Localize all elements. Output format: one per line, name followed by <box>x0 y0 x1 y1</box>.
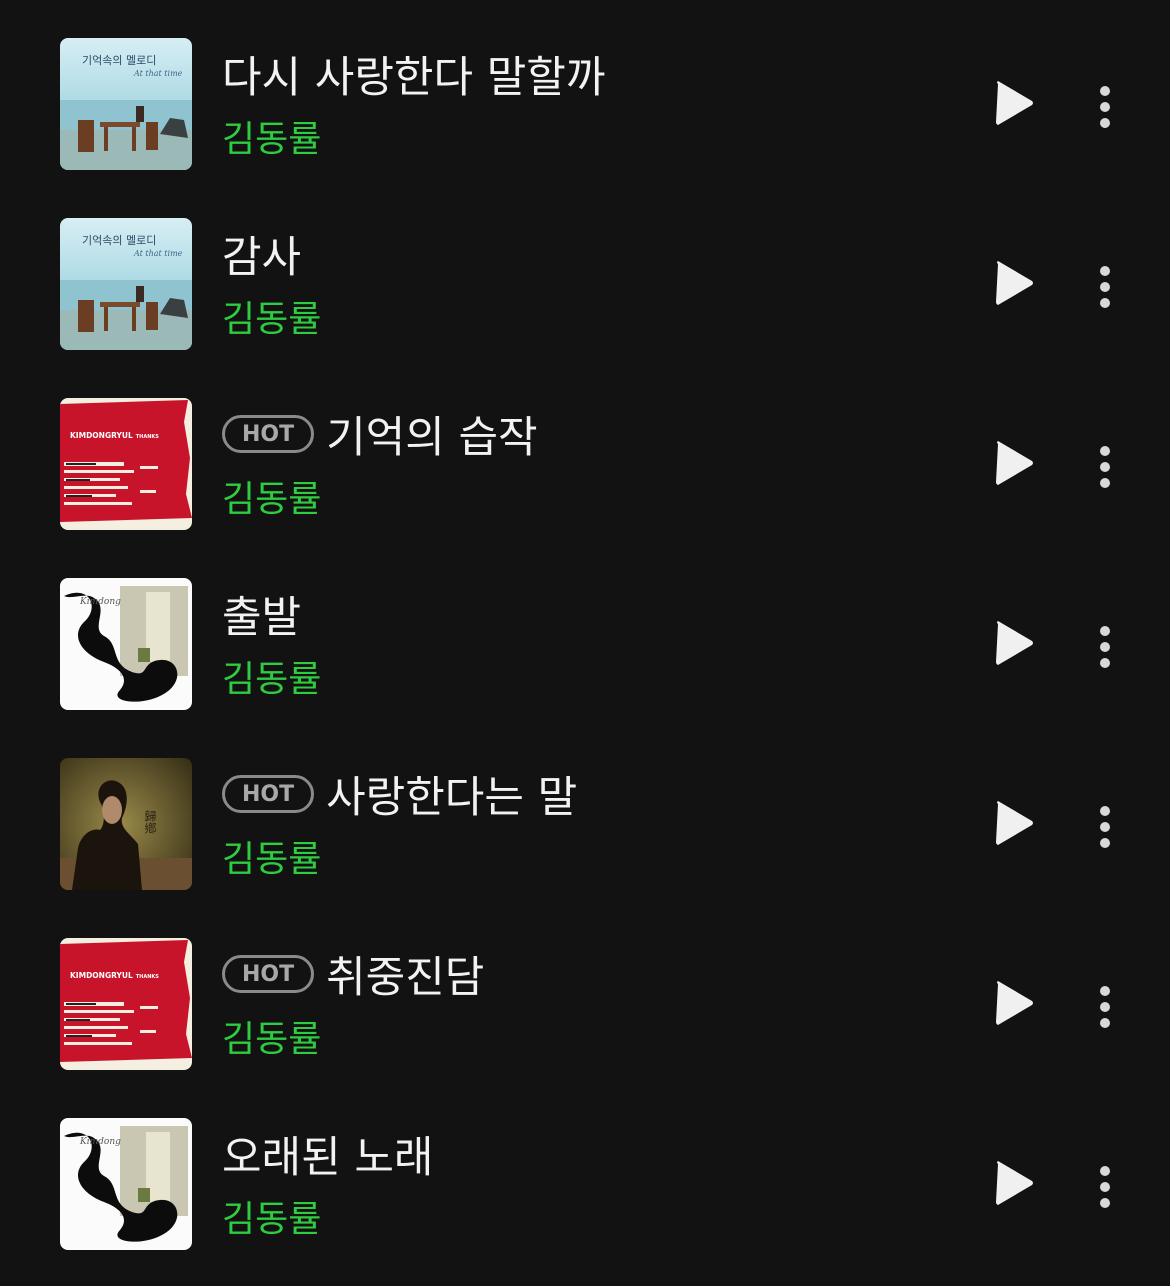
more-options-button[interactable] <box>1090 78 1122 130</box>
title-line: 다시 사랑한다 말할까 <box>222 46 930 103</box>
play-icon <box>996 1161 1033 1205</box>
play-icon <box>996 441 1033 485</box>
svg-text:기억속의 멜로디: 기억속의 멜로디 <box>82 54 156 67</box>
more-vertical-icon <box>1100 806 1110 816</box>
song-title: 사랑한다는 말 <box>326 773 578 823</box>
song-list: 기억속의 멜로디 At that time 다시 사랑한다 말할까 김동률 기억… <box>0 10 1170 1270</box>
title-line: HOT 사랑한다는 말 <box>222 766 930 823</box>
play-icon <box>996 81 1033 125</box>
song-row[interactable]: KIMDONGRYUL THANKS HOT 기억의 습작 김동률 <box>0 370 1170 550</box>
more-vertical-icon <box>1100 86 1110 96</box>
play-button[interactable] <box>994 980 1034 1026</box>
song-title: 기억의 습작 <box>326 413 538 463</box>
more-options-button[interactable] <box>1090 798 1122 850</box>
more-vertical-icon <box>1100 986 1110 996</box>
more-options-button[interactable] <box>1090 1158 1122 1210</box>
play-icon <box>996 261 1033 305</box>
svg-text:At that time: At that time <box>133 69 183 78</box>
album-art[interactable]: 기억속의 멜로디 At that time <box>60 38 192 170</box>
song-title: 출발 <box>222 593 302 643</box>
album-art[interactable]: 기억속의 멜로디 At that time <box>60 218 192 350</box>
more-options-button[interactable] <box>1090 618 1122 670</box>
song-text: 감사 김동률 <box>222 226 930 342</box>
album-art[interactable]: KIMDONGRYUL THANKS <box>60 938 192 1070</box>
svg-text:At that time: At that time <box>133 249 183 258</box>
song-text: HOT 사랑한다는 말 김동률 <box>222 766 930 882</box>
title-line: 출발 <box>222 586 930 643</box>
album-art[interactable]: 歸鄕 <box>60 758 192 890</box>
hot-badge: HOT <box>222 775 315 813</box>
play-icon <box>996 801 1033 845</box>
title-line: 오래된 노래 <box>222 1126 930 1183</box>
play-button[interactable] <box>994 440 1034 486</box>
song-artist[interactable]: 김동률 <box>222 290 930 342</box>
song-text: 출발 김동률 <box>222 586 930 702</box>
song-text: 다시 사랑한다 말할까 김동률 <box>222 46 930 162</box>
song-artist[interactable]: 김동률 <box>222 470 930 522</box>
title-line: HOT 기억의 습작 <box>222 406 930 463</box>
svg-text:Kimdong: Kimdong <box>79 597 121 607</box>
play-button[interactable] <box>994 1160 1034 1206</box>
more-vertical-icon <box>1100 1166 1110 1176</box>
song-title: 오래된 노래 <box>222 1133 434 1183</box>
song-artist[interactable]: 김동률 <box>222 110 930 162</box>
play-button[interactable] <box>994 620 1034 666</box>
more-options-button[interactable] <box>1090 978 1122 1030</box>
song-title: 감사 <box>222 233 302 283</box>
song-row[interactable]: 歸鄕 HOT 사랑한다는 말 김동률 <box>0 730 1170 910</box>
more-options-button[interactable] <box>1090 438 1122 490</box>
song-row[interactable]: Kimdong 출발 김동률 <box>0 550 1170 730</box>
title-line: 감사 <box>222 226 930 283</box>
song-artist[interactable]: 김동률 <box>222 1190 930 1242</box>
song-row[interactable]: Kimdong 오래된 노래 김동률 <box>0 1090 1170 1270</box>
play-button[interactable] <box>994 260 1034 306</box>
album-art[interactable]: Kimdong <box>60 578 192 710</box>
more-vertical-icon <box>1100 626 1110 636</box>
song-title: 취중진담 <box>326 953 485 1003</box>
svg-text:Kimdong: Kimdong <box>79 1137 121 1147</box>
play-button[interactable] <box>994 80 1034 126</box>
song-row[interactable]: 기억속의 멜로디 At that time 감사 김동률 <box>0 190 1170 370</box>
play-icon <box>996 981 1033 1025</box>
play-icon <box>996 621 1033 665</box>
title-line: HOT 취중진담 <box>222 946 930 1003</box>
svg-text:기억속의 멜로디: 기억속의 멜로디 <box>82 234 156 247</box>
song-text: 오래된 노래 김동률 <box>222 1126 930 1242</box>
album-art[interactable]: Kimdong <box>60 1118 192 1250</box>
more-vertical-icon <box>1100 446 1110 456</box>
song-artist[interactable]: 김동률 <box>222 650 930 702</box>
play-button[interactable] <box>994 800 1034 846</box>
song-row[interactable]: KIMDONGRYUL THANKS HOT 취중진담 김동률 <box>0 910 1170 1090</box>
song-title: 다시 사랑한다 말할까 <box>222 53 606 103</box>
more-vertical-icon <box>1100 266 1110 276</box>
song-artist[interactable]: 김동률 <box>222 830 930 882</box>
album-art[interactable]: KIMDONGRYUL THANKS <box>60 398 192 530</box>
hot-badge: HOT <box>222 415 315 453</box>
song-artist[interactable]: 김동률 <box>222 1010 930 1062</box>
song-text: HOT 취중진담 김동률 <box>222 946 930 1062</box>
svg-text:歸鄕: 歸鄕 <box>143 810 157 834</box>
song-text: HOT 기억의 습작 김동률 <box>222 406 930 522</box>
hot-badge: HOT <box>222 955 315 993</box>
more-options-button[interactable] <box>1090 258 1122 310</box>
song-row[interactable]: 기억속의 멜로디 At that time 다시 사랑한다 말할까 김동률 <box>0 10 1170 190</box>
